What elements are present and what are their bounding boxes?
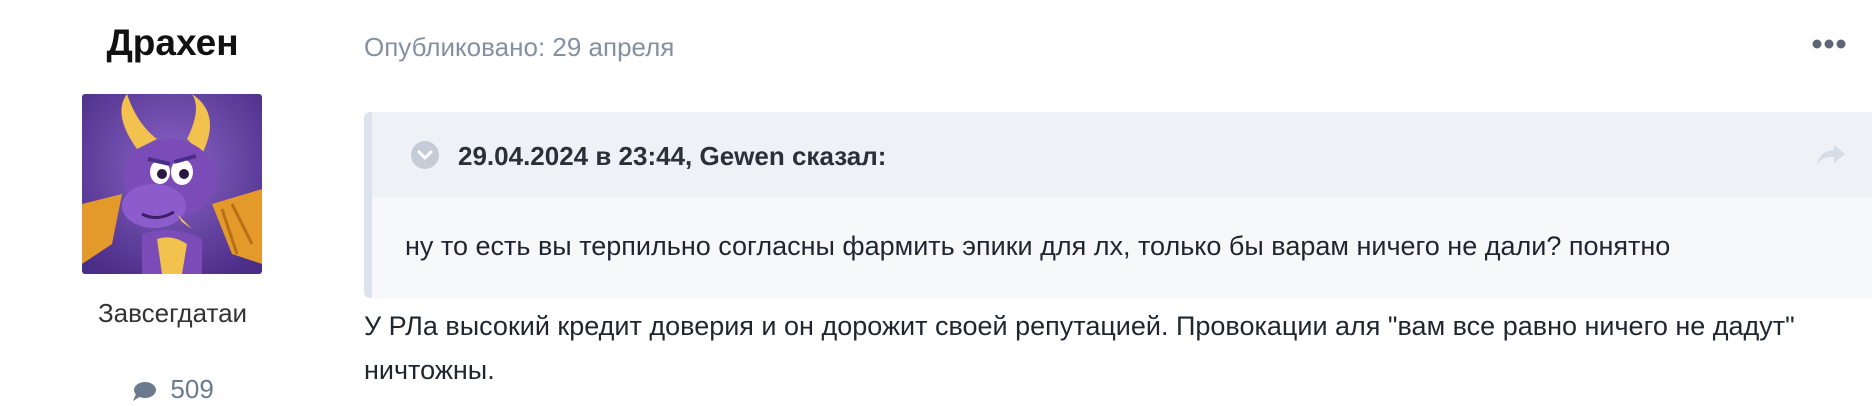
quote-citation[interactable]: 29.04.2024 в 23:44, Gewen сказал: — [458, 141, 886, 172]
quote-border — [364, 112, 372, 298]
comment-icon — [133, 382, 157, 401]
post-body: У РЛа высокий кредит доверия и он дорожи… — [364, 311, 1795, 385]
author-post-count[interactable]: 509 — [0, 374, 345, 405]
author-avatar[interactable] — [82, 94, 262, 274]
more-options-icon[interactable] — [1812, 38, 1846, 50]
post-date[interactable]: Опубликовано: 29 апреля — [364, 32, 674, 63]
post-count-value: 509 — [170, 374, 214, 404]
share-arrow-icon[interactable] — [1816, 143, 1846, 167]
dragon-avatar-icon — [82, 94, 262, 274]
quote-header: 29.04.2024 в 23:44, Gewen сказал: — [372, 112, 1872, 198]
chevron-down-icon[interactable] — [411, 141, 439, 169]
author-panel: Драхен Завсегдатаи 509 — [0, 0, 345, 406]
quote-text: ну то есть вы терпильно согласны фармить… — [405, 231, 1671, 261]
quote-block: 29.04.2024 в 23:44, Gewen сказал: ну то … — [364, 112, 1872, 298]
author-group: Завсегдатаи — [97, 298, 248, 328]
author-name[interactable]: Драхен — [0, 22, 345, 64]
